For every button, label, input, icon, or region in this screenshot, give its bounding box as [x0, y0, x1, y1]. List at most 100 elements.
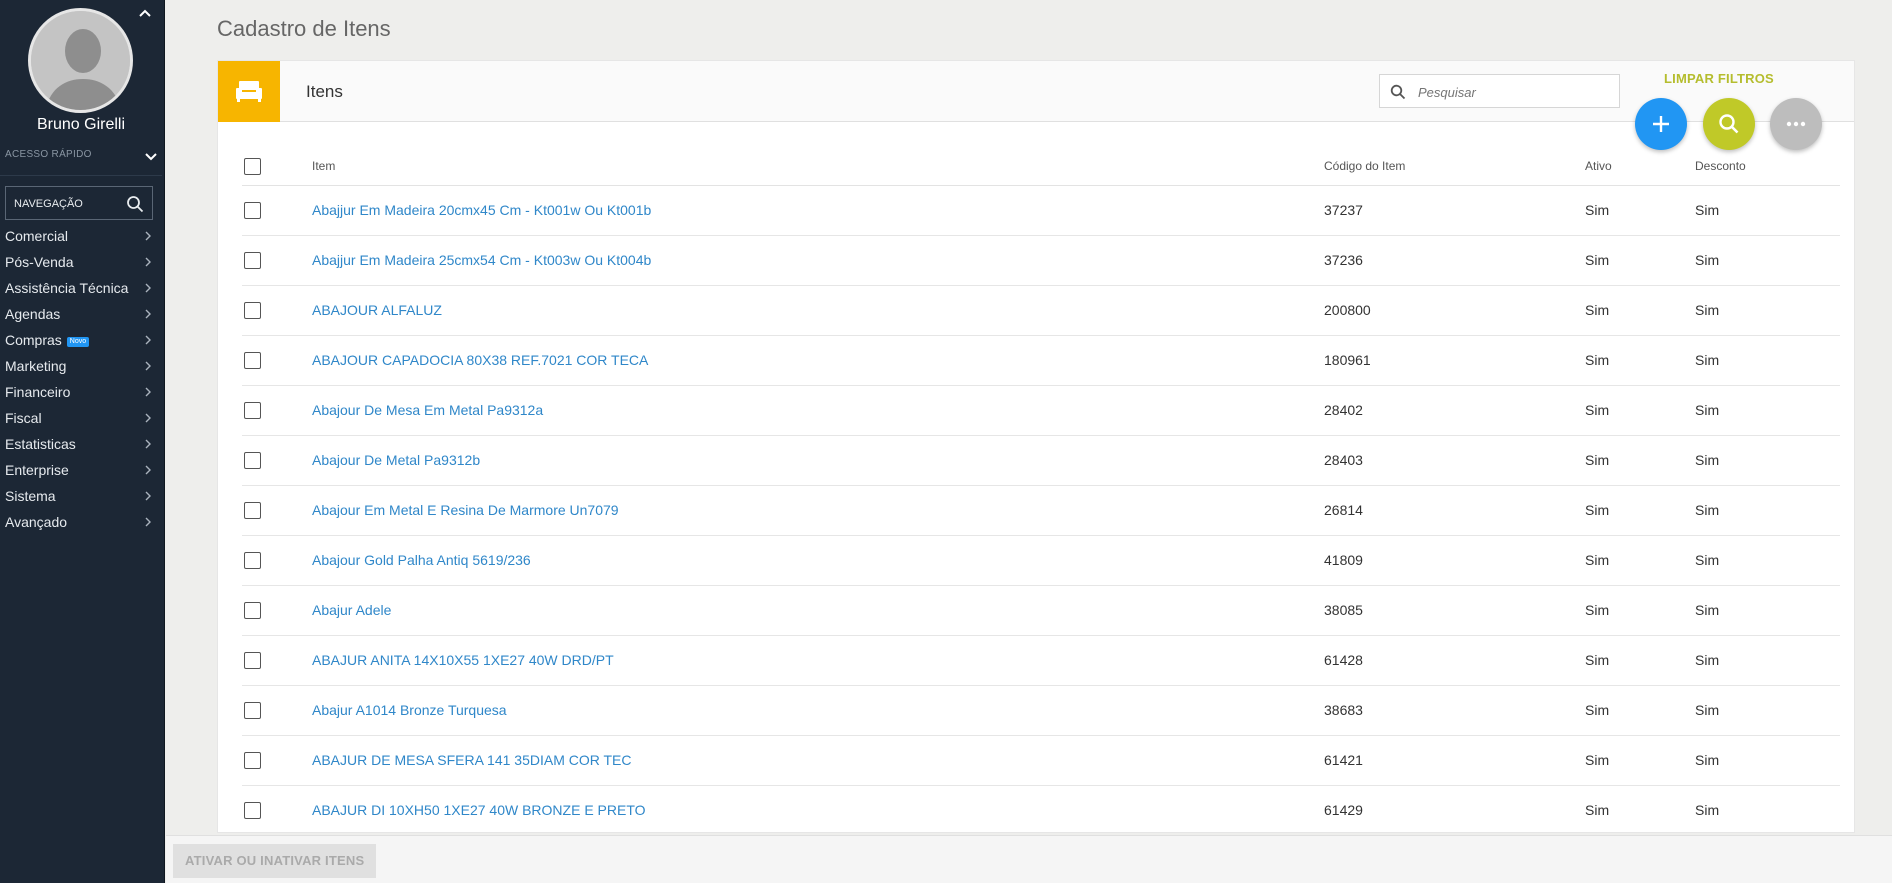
- sidebar-item-comercial[interactable]: Comercial: [0, 223, 162, 249]
- item-link[interactable]: Abajur A1014 Bronze Turquesa: [312, 702, 507, 718]
- card-title: Itens: [306, 82, 343, 101]
- table-row: Abajour Gold Palha Antiq 5619/236 41809 Si…: [242, 535, 1840, 586]
- item-active: Sim: [1585, 285, 1695, 336]
- chevron-right-icon: [145, 309, 151, 319]
- item-discount: Sim: [1695, 585, 1840, 636]
- chevron-right-icon: [145, 231, 151, 241]
- sidebar-item-label: Financeiro: [5, 384, 71, 400]
- item-link[interactable]: Abajjur Em Madeira 25cmx54 Cm - Kt003w O…: [312, 252, 651, 268]
- card-header: Itens LIMPAR FILTROS: [218, 61, 1854, 122]
- new-badge: Novo: [66, 337, 90, 347]
- sidebar-item-sistema[interactable]: Sistema: [0, 483, 162, 509]
- more-horizontal-icon: [1786, 121, 1806, 127]
- avatar[interactable]: [28, 8, 133, 113]
- row-checkbox[interactable]: [244, 451, 261, 469]
- item-discount: Sim: [1695, 385, 1840, 436]
- select-all-cell: [242, 148, 312, 186]
- sidebar-item-agendas[interactable]: Agendas: [0, 301, 162, 327]
- clear-filters-button[interactable]: LIMPAR FILTROS: [1664, 71, 1774, 86]
- sidebar-item-assistencia-tecnica[interactable]: Assistência Técnica: [0, 275, 162, 301]
- user-silhouette-icon: [31, 11, 130, 110]
- chevron-right-icon: [145, 387, 151, 397]
- item-link[interactable]: Abajour Em Metal E Resina De Marmore Un7…: [312, 502, 619, 518]
- row-checkbox[interactable]: [244, 201, 261, 219]
- nav-menu: Comercial Pós-Venda Assistência Técnica …: [0, 223, 162, 535]
- item-code: 26814: [1324, 485, 1585, 536]
- item-active: Sim: [1585, 385, 1695, 436]
- item-code: 28403: [1324, 435, 1585, 486]
- footer-bar: ATIVAR OU INATIVAR ITENS: [166, 835, 1892, 883]
- item-link[interactable]: Abajjur Em Madeira 20cmx45 Cm - Kt001w O…: [312, 202, 651, 218]
- row-checkbox[interactable]: [244, 801, 261, 819]
- table-row: Abajour Em Metal E Resina De Marmore Un7…: [242, 485, 1840, 536]
- main-content: Cadastro de Itens Itens LIMPAR FILTROS: [166, 0, 1892, 883]
- column-header-item[interactable]: Item: [312, 148, 1324, 186]
- table-row: Abajour De Metal Pa9312b 28403 Sim Sim: [242, 435, 1840, 486]
- item-link[interactable]: Abajour Gold Palha Antiq 5619/236: [312, 552, 531, 568]
- item-link[interactable]: ABAJUR DI 10XH50 1XE27 40W BRONZE E PRET…: [312, 802, 646, 818]
- add-item-button[interactable]: [1635, 98, 1687, 150]
- row-checkbox[interactable]: [244, 401, 261, 419]
- quick-access-toggle[interactable]: ACESSO RÁPIDO: [5, 149, 158, 169]
- nav-search[interactable]: NAVEGAÇÃO: [5, 186, 153, 220]
- item-link[interactable]: ABAJOUR ALFALUZ: [312, 302, 442, 318]
- item-active: Sim: [1585, 335, 1695, 386]
- quick-access-label: ACESSO RÁPIDO: [5, 149, 92, 160]
- sidebar-item-compras[interactable]: Compras Novo: [0, 327, 162, 353]
- item-link[interactable]: ABAJUR DE MESA SFERA 141 35DIAM COR TEC: [312, 752, 632, 768]
- table-row: ABAJUR DI 10XH50 1XE27 40W BRONZE E PRET…: [242, 785, 1840, 832]
- sidebar-item-marketing[interactable]: Marketing: [0, 353, 162, 379]
- sidebar-item-financeiro[interactable]: Financeiro: [0, 379, 162, 405]
- search-icon: [1390, 84, 1406, 100]
- search-icon: [1719, 114, 1739, 134]
- sidebar-item-label: Pós-Venda: [5, 254, 74, 270]
- chevron-right-icon: [145, 517, 151, 527]
- chevron-up-icon[interactable]: [138, 6, 152, 20]
- sidebar-item-fiscal[interactable]: Fiscal: [0, 405, 162, 431]
- item-active: Sim: [1585, 435, 1695, 486]
- item-discount: Sim: [1695, 735, 1840, 786]
- table-row: Abajjur Em Madeira 25cmx54 Cm - Kt003w O…: [242, 235, 1840, 286]
- sidebar-item-label: Enterprise: [5, 462, 69, 478]
- column-header-active[interactable]: Ativo: [1585, 148, 1695, 186]
- row-checkbox[interactable]: [244, 501, 261, 519]
- search-field[interactable]: [1379, 74, 1620, 108]
- row-checkbox[interactable]: [244, 301, 261, 319]
- search-button[interactable]: [1703, 98, 1755, 150]
- activate-deactivate-items-button[interactable]: ATIVAR OU INATIVAR ITENS: [173, 844, 377, 878]
- item-active: Sim: [1585, 635, 1695, 686]
- sidebar-item-pos-venda[interactable]: Pós-Venda: [0, 249, 162, 275]
- column-header-code[interactable]: Código do Item: [1324, 148, 1585, 186]
- column-header-discount[interactable]: Desconto: [1695, 148, 1840, 186]
- row-checkbox[interactable]: [244, 651, 261, 669]
- row-checkbox[interactable]: [244, 351, 261, 369]
- item-link[interactable]: Abajour De Metal Pa9312b: [312, 452, 480, 468]
- sidebar-item-label: Agendas: [5, 306, 61, 322]
- sidebar-item-label: Assistência Técnica: [5, 280, 129, 296]
- row-checkbox[interactable]: [244, 251, 261, 269]
- item-link[interactable]: Abajur Adele: [312, 602, 391, 618]
- sidebar-item-enterprise[interactable]: Enterprise: [0, 457, 162, 483]
- item-link[interactable]: Abajour De Mesa Em Metal Pa9312a: [312, 402, 543, 418]
- more-options-button[interactable]: [1770, 98, 1822, 150]
- sidebar-item-estatisticas[interactable]: Estatisticas: [0, 431, 162, 457]
- table-row: Abajur Adele 38085 Sim Sim: [242, 585, 1840, 636]
- search-icon[interactable]: [126, 195, 144, 213]
- table-header-row: Item Código do Item Ativo Desconto: [242, 148, 1840, 186]
- item-code: 37236: [1324, 235, 1585, 286]
- sidebar-item-avancado[interactable]: Avançado: [0, 509, 162, 535]
- row-checkbox[interactable]: [244, 551, 261, 569]
- sidebar: Bruno Girelli ACESSO RÁPIDO NAVEGAÇÃO Co…: [0, 0, 165, 883]
- chevron-right-icon: [145, 257, 151, 267]
- search-input[interactable]: [1418, 82, 1608, 102]
- select-all-checkbox[interactable]: [244, 157, 261, 175]
- chevron-right-icon: [145, 283, 151, 293]
- item-link[interactable]: ABAJOUR CAPADOCIA 80X38 REF.7021 COR TEC…: [312, 352, 648, 368]
- item-code: 38085: [1324, 585, 1585, 636]
- row-checkbox[interactable]: [244, 601, 261, 619]
- table-row: ABAJOUR ALFALUZ 200800 Sim Sim: [242, 285, 1840, 336]
- row-checkbox[interactable]: [244, 701, 261, 719]
- item-link[interactable]: ABAJUR ANITA 14X10X55 1XE27 40W DRD/PT: [312, 652, 614, 668]
- item-discount: Sim: [1695, 285, 1840, 336]
- row-checkbox[interactable]: [244, 751, 261, 769]
